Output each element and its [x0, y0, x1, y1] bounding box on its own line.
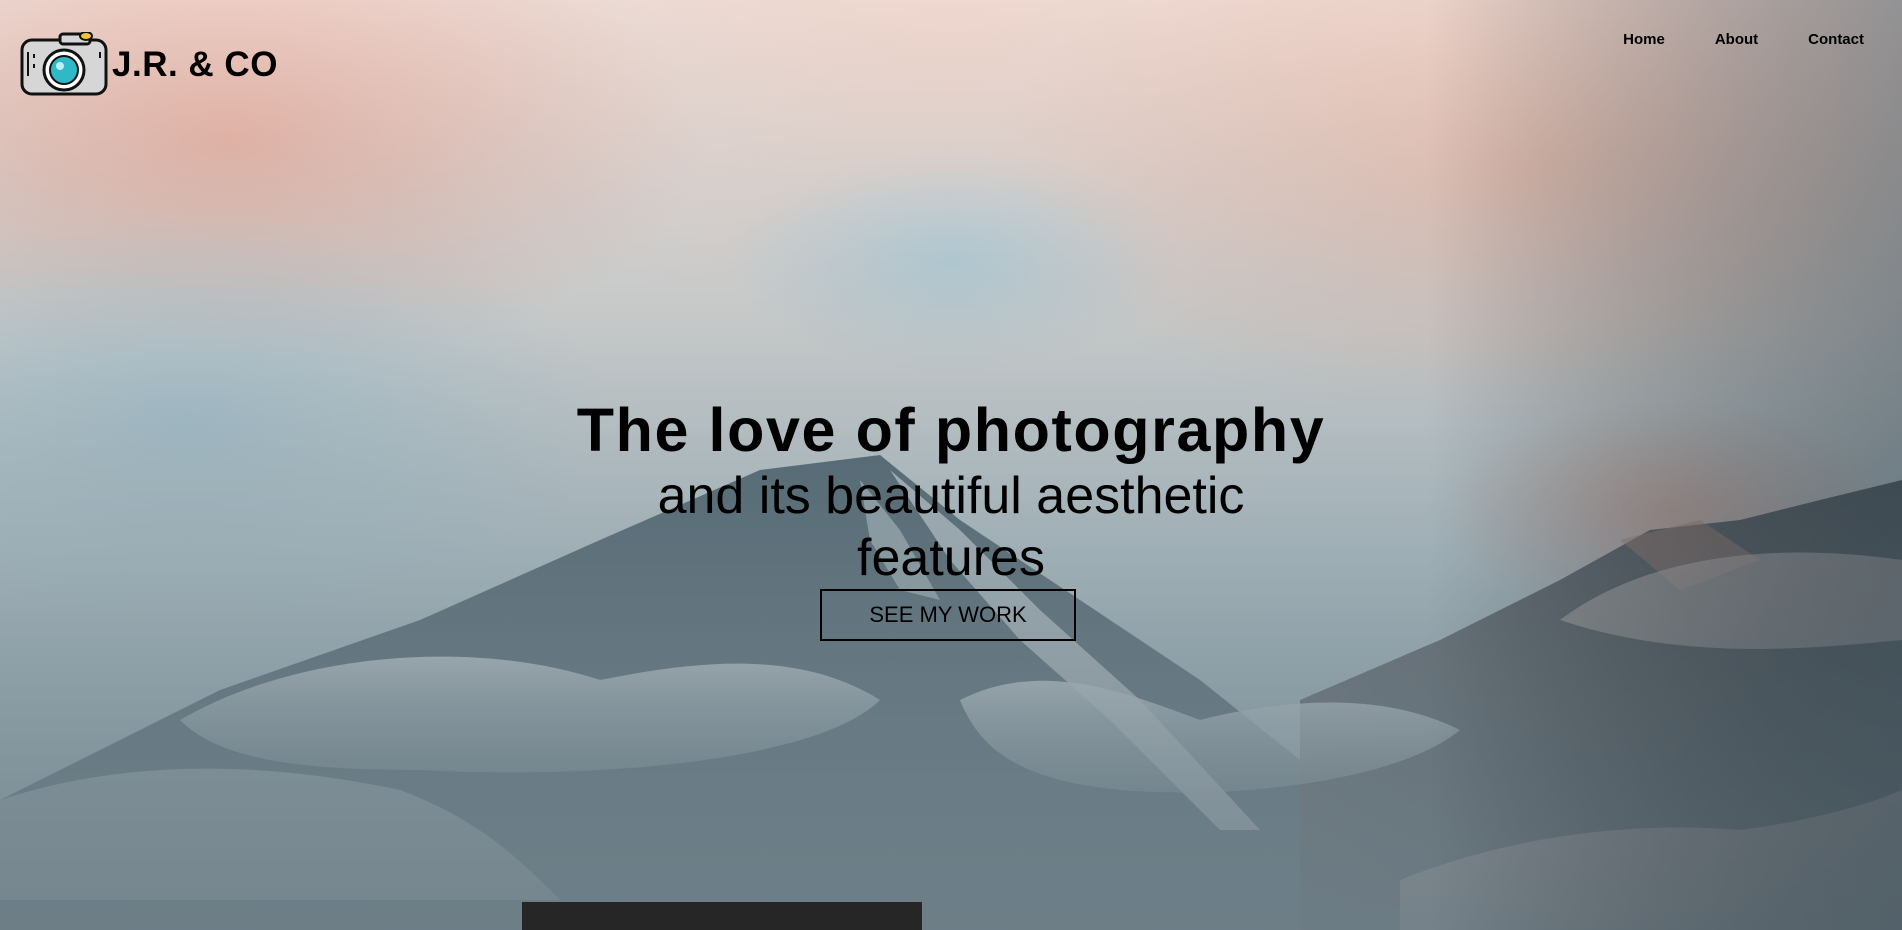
main-nav: Home About Contact [1573, 31, 1864, 48]
content-panel-top [522, 902, 922, 930]
nav-contact-link[interactable]: Contact [1758, 31, 1864, 48]
nav-about-link[interactable]: About [1665, 31, 1758, 48]
see-my-work-button[interactable]: SEE MY WORK [820, 589, 1076, 641]
hero-subtitle: and its beautiful aesthetic features [657, 467, 1245, 587]
hero-section: The love of photography and its beautifu… [0, 395, 1902, 589]
hero-title: The love of photography [576, 396, 1326, 464]
site-header: J.R. & CO Home About Contact [0, 0, 1902, 110]
brand-logo-link[interactable]: J.R. & CO [20, 32, 278, 98]
page: J.R. & CO Home About Contact The love of… [0, 0, 1902, 930]
camera-icon [20, 32, 108, 96]
nav-home-link[interactable]: Home [1573, 31, 1665, 48]
brand-name: J.R. & CO [112, 45, 278, 84]
